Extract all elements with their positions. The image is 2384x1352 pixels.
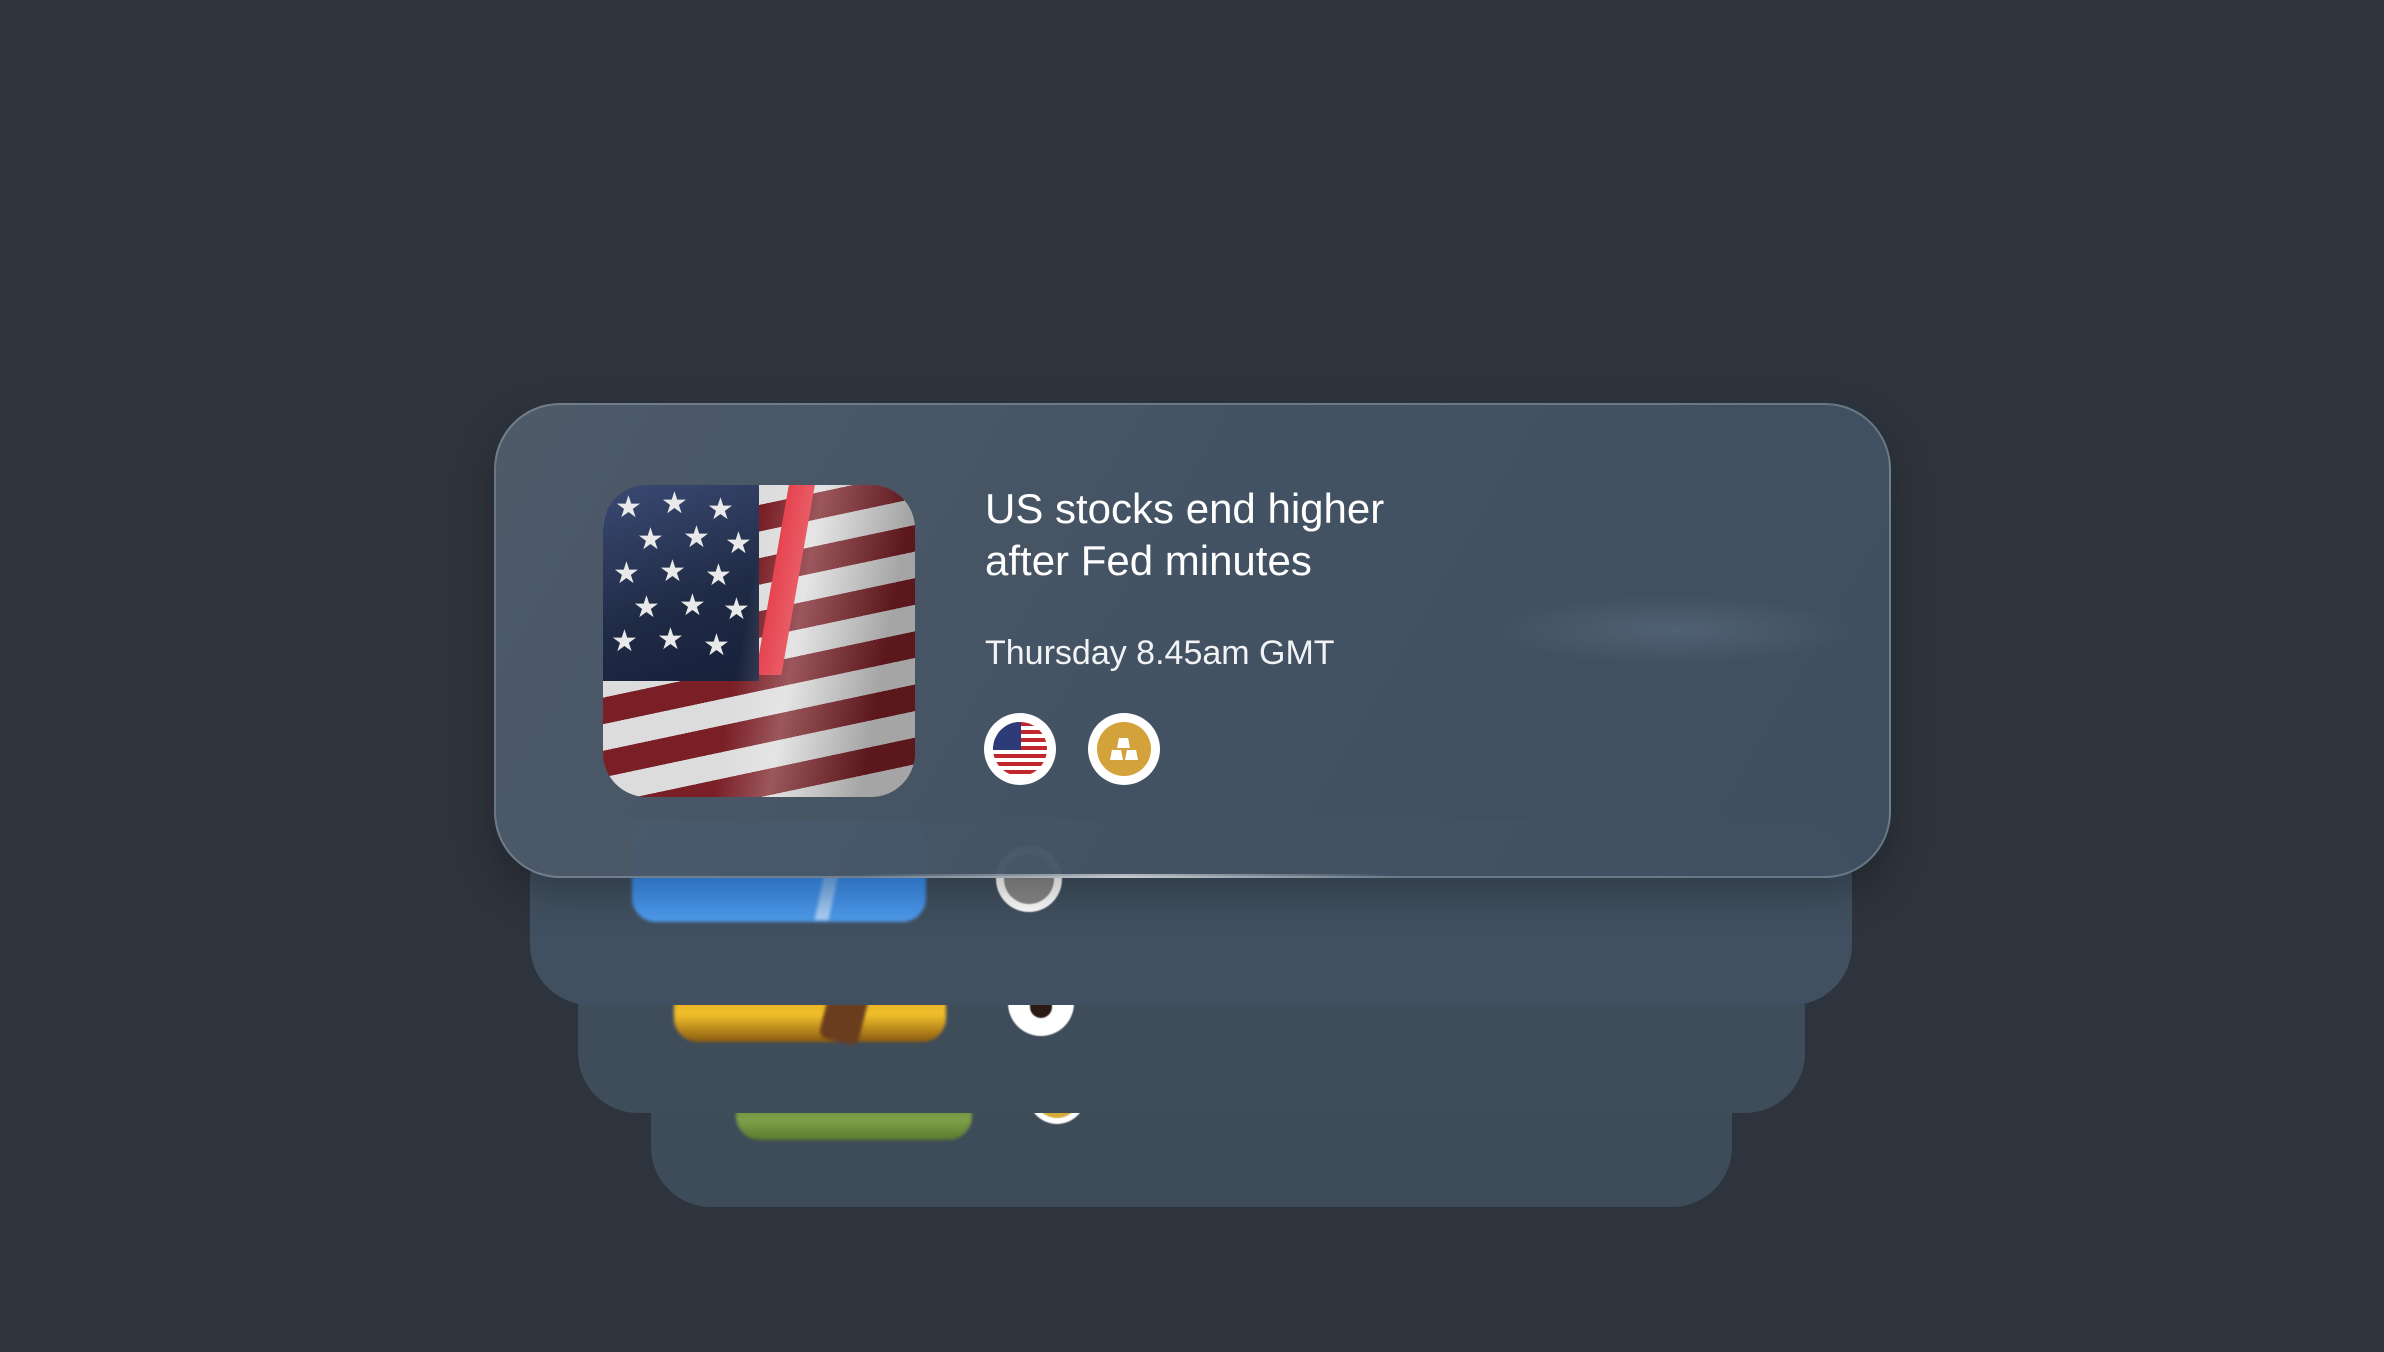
headline: US stocks end higher after Fed minutes: [985, 483, 1545, 587]
headline-line-2: after Fed minutes: [985, 537, 1312, 584]
us-flag-photo: ★ ★ ★ ★ ★ ★ ★ ★ ★ ★ ★ ★ ★ ★ ★: [603, 485, 915, 797]
timestamp: Thursday 8.45am GMT: [985, 634, 1335, 672]
news-card-stage: ★ ★ ★ ★ ★ ★ ★ ★ ★ ★ ★ ★ ★ ★ ★ US stocks …: [0, 0, 2384, 1352]
news-card-front[interactable]: ★ ★ ★ ★ ★ ★ ★ ★ ★ ★ ★ ★ ★ ★ ★ US stocks …: [494, 403, 1891, 878]
gold-bars-icon[interactable]: [1088, 713, 1160, 785]
card-edge-glow: [856, 874, 1396, 878]
us-flag-icon[interactable]: [984, 713, 1056, 785]
headline-line-1: US stocks end higher: [985, 485, 1385, 532]
